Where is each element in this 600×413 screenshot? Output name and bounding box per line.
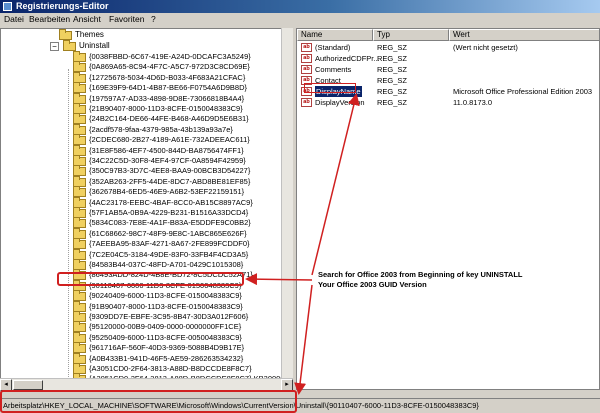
value-row[interactable]: ab (Standard) REG_SZ (Wert nicht gesetzt)	[297, 42, 599, 53]
list-header: Name Typ Wert	[297, 29, 599, 41]
annotation-text: Search for Office 2003 from Beginning of…	[318, 270, 522, 290]
status-path-highlight	[0, 390, 297, 413]
annotation-line: Search for Office 2003 from Beginning of…	[318, 270, 523, 279]
title-bar: Registrierungs-Editor	[0, 0, 600, 13]
open-folder-icon	[63, 40, 76, 51]
value-row[interactable]: ab Comments REG_SZ	[297, 64, 599, 75]
office-key-highlight	[57, 272, 244, 286]
value-type: REG_SZ	[377, 65, 408, 74]
column-name[interactable]: Name	[297, 29, 373, 41]
value-data: Microsoft Office Professional Edition 20…	[453, 87, 593, 96]
value-name: (Standard)	[315, 43, 351, 52]
tree-vertical-scrollbar[interactable]	[281, 28, 293, 378]
menu-bar: Datei Bearbeiten Ansicht Favoriten ?	[0, 13, 600, 26]
annotation-line: Your Office 2003 GUID Version	[318, 280, 427, 289]
value-type: REG_SZ	[377, 76, 408, 85]
value-row[interactable]: ab AuthorizedCDFPr... REG_SZ	[297, 53, 599, 64]
value-type: REG_SZ	[377, 54, 408, 63]
menu-edit[interactable]: Bearbeiten	[28, 13, 71, 26]
folder-icon	[59, 29, 72, 40]
value-data: (Wert nicht gesetzt)	[453, 43, 518, 52]
value-type: REG_SZ	[377, 98, 408, 107]
key-tree-pane[interactable]: Themes − Uninstall {0038FBBD-6C67-419E-A…	[0, 28, 293, 390]
collapse-toggle[interactable]: −	[50, 42, 59, 51]
registry-editor-icon	[3, 2, 12, 11]
value-name: AuthorizedCDFPr...	[315, 54, 380, 63]
string-value-icon: ab	[301, 54, 312, 63]
scroll-thumb[interactable]	[13, 380, 43, 390]
menu-file[interactable]: Datei	[3, 13, 25, 26]
string-value-icon: ab	[301, 98, 312, 107]
string-value-icon: ab	[301, 65, 312, 74]
menu-favorites[interactable]: Favoriten	[108, 13, 145, 26]
value-row[interactable]: ab DisplayVersion REG_SZ 11.0.8173.0	[297, 97, 599, 108]
displayname-highlight	[304, 83, 356, 93]
value-name: DisplayVersion	[315, 98, 365, 107]
value-name: Comments	[315, 65, 352, 74]
value-data: 11.0.8173.0	[453, 98, 493, 107]
tree-horizontal-scrollbar[interactable]: ◂ ▸	[0, 378, 293, 391]
value-type: REG_SZ	[377, 87, 408, 96]
value-type: REG_SZ	[377, 43, 408, 52]
column-type[interactable]: Typ	[373, 29, 449, 41]
column-data[interactable]: Wert	[449, 29, 599, 41]
window-title: Registrierungs-Editor	[16, 1, 109, 11]
string-value-icon: ab	[301, 43, 312, 52]
menu-help[interactable]: ?	[150, 13, 157, 26]
menu-view[interactable]: Ansicht	[72, 13, 102, 26]
